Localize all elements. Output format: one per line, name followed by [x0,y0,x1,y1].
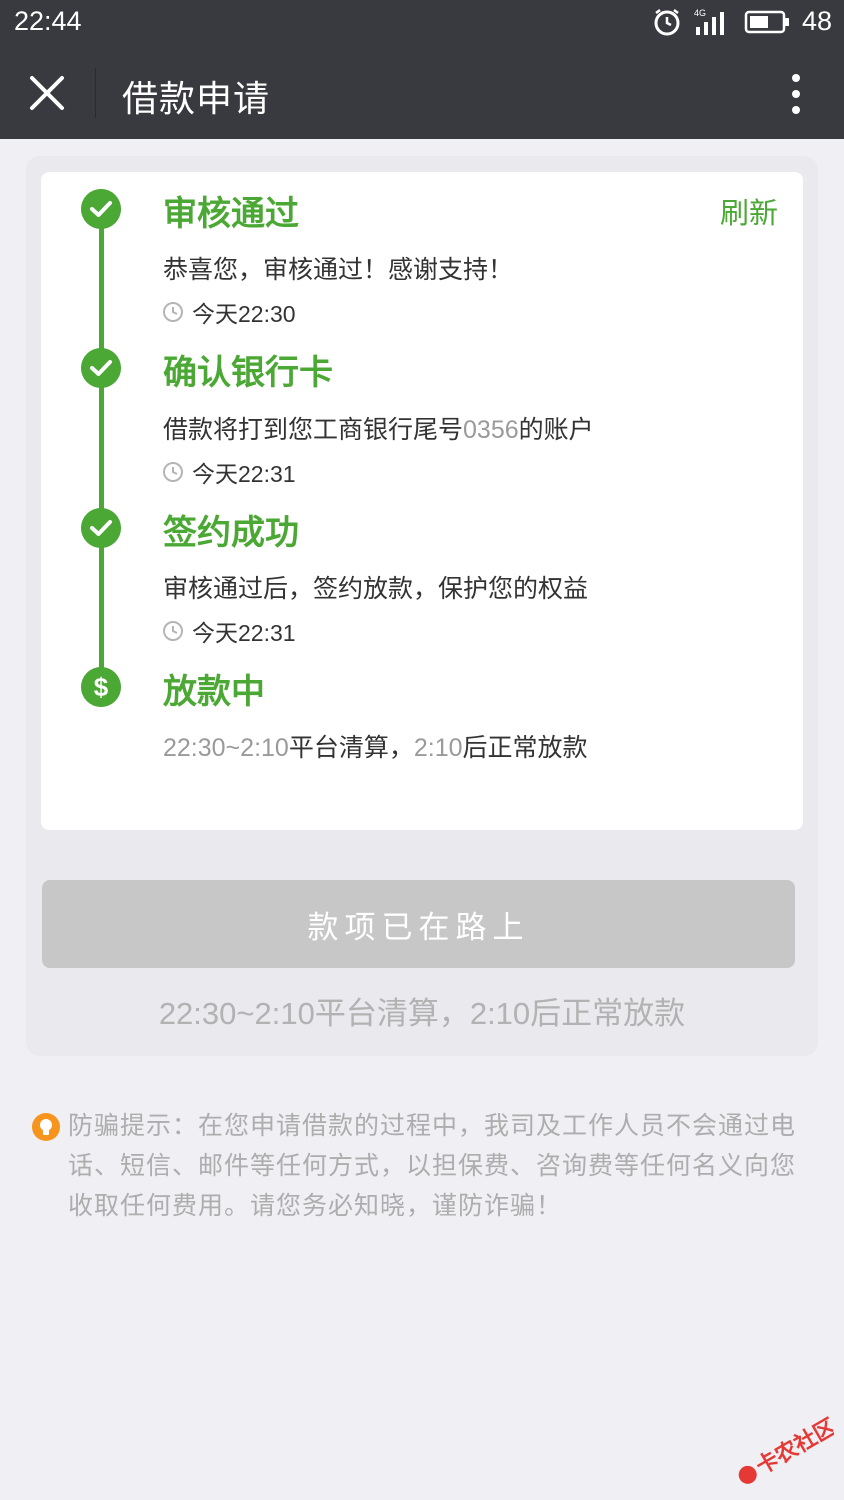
step-time: 今天22:30 [162,295,296,329]
status-time: 22:44 [14,6,82,36]
step-title: 确认银行卡 [163,353,333,393]
step-desc-mid: 平台清算， [288,733,414,762]
dollar-icon: $ [81,667,121,707]
more-vertical-icon[interactable] [788,72,804,116]
step-title: 审核通过 [163,194,299,234]
loan-status-button[interactable]: 款项已在路上 [42,880,795,968]
step-time-text: 今天22:31 [192,620,296,646]
page-title: 借款申请 [122,79,271,120]
step-time: 今天22:31 [162,455,296,489]
step-desc: 审核通过后，签约放款，保护您的权益 [163,574,589,603]
svg-text:$: $ [94,672,109,702]
nav-divider [95,68,96,118]
time-value: 2:10 [469,996,531,1031]
time-value: 2:10 [413,734,463,762]
network-label: 4G [694,8,706,18]
step-desc: 借款将打到您工商银行尾号0356的账户 [163,410,594,446]
check-icon [81,508,121,548]
clock-icon [163,462,183,482]
watermark-logo: 卡农社区 [738,1416,834,1484]
note-suffix: 后正常放款 [530,996,686,1032]
check-icon [81,189,121,229]
signal-icon: 4G [694,8,724,35]
timeline-line [99,210,104,688]
check-icon [81,348,121,388]
anti-fraud-notice: 防骗提示：在您申请借款的过程中，我司及工作人员不会通过电话、短信、邮件等任何方式… [68,1111,797,1220]
status-icons: 4G 48 [652,6,832,37]
clock-icon [163,621,183,641]
nav-bar: 借款申请 [0,46,844,139]
bulb-icon [32,1113,60,1141]
note-mid: 平台清算， [314,996,470,1032]
refresh-button[interactable]: 刷新 [720,190,778,232]
watermark-text: 卡农社区 [752,1416,834,1480]
step-desc: 恭喜您，审核通过！感谢支持！ [163,255,514,284]
status-bar: 22:44 4G 48 [0,0,844,46]
battery-level: 48 [801,6,832,36]
step-desc-suffix: 后正常放款 [462,733,588,762]
step-title: 签约成功 [163,513,299,553]
step-time: 今天22:31 [162,614,296,648]
clock-icon [163,302,183,322]
step-time-text: 今天22:31 [192,461,296,487]
close-icon[interactable] [26,72,68,114]
button-note: 22:30~2:10平台清算，2:10后正常放款 [0,988,844,1033]
step-time-text: 今天22:30 [192,301,296,327]
time-range: 22:30~2:10 [158,996,315,1031]
step-title: 放款中 [163,672,265,712]
time-range: 22:30~2:10 [163,734,289,762]
battery-icon [744,10,789,33]
step-desc-prefix: 借款将打到您工商银行尾号 [163,415,464,444]
card-tail-number: 0356 [463,416,519,444]
step-desc: 22:30~2:10平台清算，2:10后正常放款 [163,728,588,764]
step-desc-suffix: 的账户 [518,415,594,444]
alarm-icon [654,8,680,35]
